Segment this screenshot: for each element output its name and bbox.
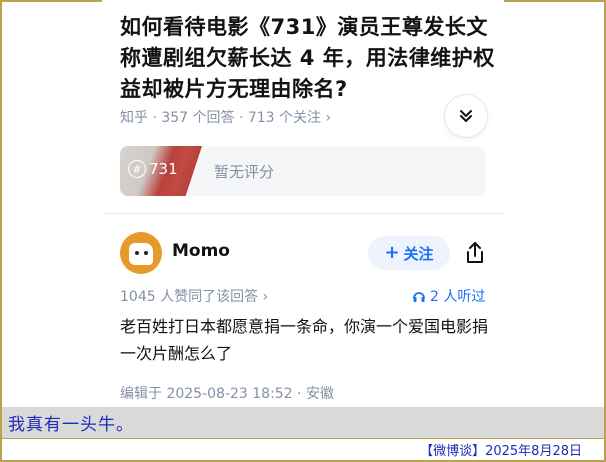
chevron-double-down-icon bbox=[460, 110, 472, 122]
question-title[interactable]: 如何看待电影《731》演员王尊发长文称遭剧组欠薪长达 4 年，用法律维护权益却被… bbox=[120, 12, 500, 105]
avatar[interactable] bbox=[120, 232, 162, 274]
source-credit: 【微博谈】2025年8月28日 bbox=[420, 444, 582, 459]
answer-content[interactable]: 老百姓打日本都愿意捐一条命，你演一个爱国电影捐一次片酬怎么了 bbox=[120, 313, 492, 367]
divider bbox=[102, 213, 504, 214]
avatar-face bbox=[129, 243, 153, 265]
upvote-count[interactable]: 1045 人赞同了该回答 › bbox=[120, 286, 268, 306]
edited-timestamp: 编辑于 2025-08-23 18:52 · 安徽 bbox=[120, 386, 334, 402]
bottom-divider bbox=[2, 438, 604, 439]
listening-text: 2 人听过 bbox=[430, 289, 486, 305]
poster-label: # 731 bbox=[128, 160, 178, 178]
avatar-eye bbox=[144, 251, 148, 255]
follow-label: 关注 bbox=[403, 244, 434, 263]
movie-rating: 暂无评分 bbox=[214, 163, 275, 181]
hash-icon: # bbox=[128, 160, 146, 178]
avatar-eye bbox=[135, 251, 139, 255]
collapse-button[interactable] bbox=[445, 95, 487, 137]
movie-card[interactable]: # 731 暂无评分 bbox=[120, 146, 486, 196]
poster-title: 731 bbox=[149, 160, 178, 178]
plus-icon: + bbox=[384, 242, 400, 263]
caption-text: 我真有一头牛。 bbox=[8, 415, 134, 435]
share-icon[interactable] bbox=[462, 240, 488, 266]
listening-count[interactable]: 2 人听过 bbox=[412, 286, 485, 306]
question-meta[interactable]: 知乎 · 357 个回答 · 713 个关注 › bbox=[120, 107, 331, 127]
author-name[interactable]: Momo bbox=[172, 241, 230, 261]
headphones-icon bbox=[413, 292, 425, 302]
follow-button[interactable]: + 关注 bbox=[368, 236, 450, 270]
answer-card: 如何看待电影《731》演员王尊发长文称遭剧组欠薪长达 4 年，用法律维护权益却被… bbox=[102, 0, 504, 408]
